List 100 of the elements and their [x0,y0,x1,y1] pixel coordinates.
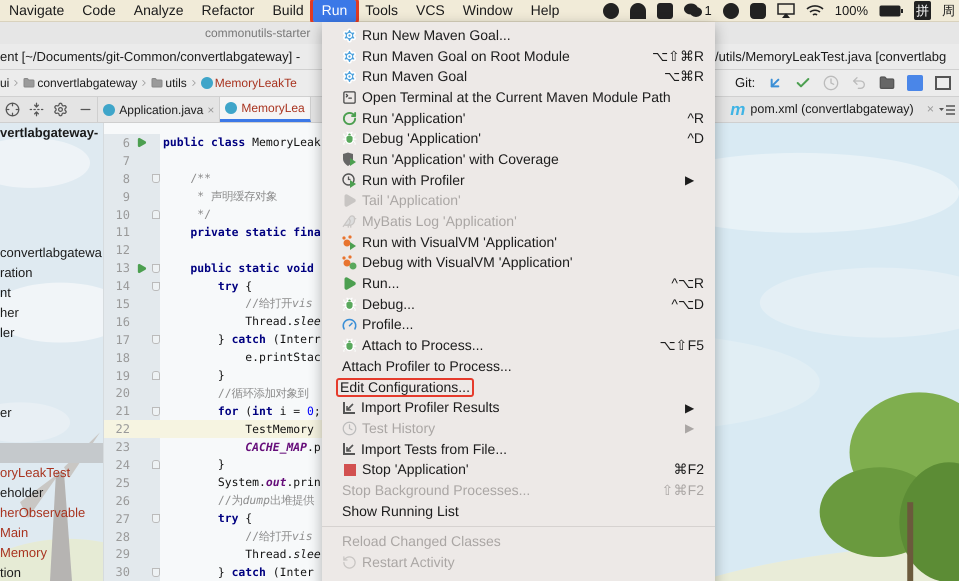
menu-item[interactable]: Run 'Application' with Coverage [322,149,715,170]
editor-tab[interactable]: m pom.xml (convertlabgateway) × [730,96,934,122]
menu-item[interactable]: Run Maven Goal on Root Module ⌥⇧⌘R [322,46,715,66]
menu-item[interactable]: Run New Maven Goal... [322,25,715,46]
tree-row[interactable] [0,443,103,463]
menu-bar-item[interactable]: Build [263,0,313,22]
app-status-icon [722,2,739,18]
fold-icon[interactable] [152,174,160,184]
tree-row[interactable]: vertlabgateway- [0,123,103,143]
menu-bar-item[interactable]: VCS [406,0,454,22]
battery-icon [879,4,903,16]
run-gutter-icon[interactable] [136,137,146,148]
bug-icon [342,131,357,146]
rerun-icon [342,110,357,126]
git-label: Git: [735,74,756,92]
menu-item[interactable]: Debug... ^⌥D [322,294,715,315]
dots-bug-icon [342,255,357,270]
fold-icon[interactable] [152,514,160,524]
code-text: //循环添加对象到 [216,384,309,402]
breadcrumb-item[interactable]: utils [165,74,187,92]
line-number: 12 [114,242,130,260]
undo-icon[interactable] [851,75,868,91]
collapse-icon[interactable] [28,102,44,117]
menu-item[interactable]: Run 'Application' ^R [322,108,715,128]
menu-item[interactable]: Debug with VisualVM 'Application' [322,252,715,274]
code-text: CACHE_MAP.p [244,438,321,456]
menu-bar-item[interactable]: Window [454,0,522,22]
app-status-icon [630,2,646,18]
menu-bar-item[interactable]: Run [312,0,356,22]
code-text: } [216,366,225,384]
menu-item[interactable]: Run with Profiler ▶ [322,170,715,190]
window-title: commonutils-starter [205,25,310,42]
menu-item[interactable]: Import Tests from File... [322,438,715,460]
menu-bar-item[interactable]: Code [73,0,125,22]
code-text: Thread.slee [244,313,321,330]
menu-item[interactable]: Attach to Process... ⌥⇧F5 [322,335,715,356]
menu-item[interactable]: Edit Configurations... [322,376,715,398]
line-number: 18 [114,350,130,367]
folder-icon[interactable] [879,75,896,91]
fold-icon[interactable] [152,460,160,470]
menu-bar-item[interactable]: Analyze [124,0,193,22]
code-text: } catch (Interr [216,331,321,348]
menu-item[interactable]: Open Terminal at the Current Maven Module Path [322,87,715,108]
breadcrumb-item[interactable]: ui [0,74,10,92]
tree-row[interactable]: Memory [0,543,103,563]
fold-icon[interactable] [152,371,160,380]
breadcrumb-item[interactable]: MemoryLeakTe [214,74,297,92]
menu-bar-item[interactable]: Help [522,0,568,22]
menu-item[interactable]: Stop 'Application' ⌘F2 [322,459,715,480]
menu-bar-item[interactable]: Tools [356,0,407,22]
menu-item[interactable]: Run Maven Goal ⌥⌘R [322,66,715,88]
menu-item[interactable]: Run with VisualVM 'Application' [322,232,715,253]
tree-row[interactable]: oryLeakTest [0,463,103,483]
dots-play-icon [342,234,357,250]
translate-icon[interactable] [907,75,924,91]
tree-row[interactable]: her [0,303,103,323]
app-status-icon [656,2,673,18]
breadcrumb-item[interactable]: convertlabgateway [37,74,138,92]
settings-icon[interactable] [53,102,68,117]
menu-item[interactable]: Import Profiler Results ▶ [322,397,715,418]
line-number: 9 [122,188,130,206]
tab-list-icon[interactable] [939,104,955,114]
tree-row[interactable]: convertlabgatewa [0,243,103,263]
tree-row[interactable]: er [0,403,103,423]
editor-tab[interactable]: MemoryLea [220,97,311,122]
fold-icon[interactable] [152,210,160,219]
bug-icon [342,296,357,312]
history-icon[interactable] [823,75,840,91]
menu-item[interactable]: Debug 'Application' ^D [322,128,715,150]
menu-bar-item[interactable]: Navigate [0,0,74,22]
menu-item[interactable]: Show Running List [322,500,715,522]
terminal-icon [342,90,357,105]
menu-item[interactable]: Run... ^⌥R [322,273,715,294]
chat-icon [684,3,702,18]
code-text: System.out.prin [216,474,321,492]
tree-row[interactable]: nt [0,283,103,303]
tree-row[interactable]: ration [0,263,103,283]
folder-icon [151,77,164,89]
tree-row[interactable]: Main [0,523,103,543]
line-number: 24 [114,456,130,474]
menu-item[interactable]: Profile... [322,314,715,336]
fold-icon[interactable] [152,335,160,344]
fold-icon[interactable] [152,406,160,416]
run-gutter-icon[interactable] [136,262,146,274]
tree-row[interactable]: herObservable [0,503,103,523]
tree-row[interactable]: eholder [0,483,103,503]
code-text: * 声明缓存对象 [196,188,278,206]
fold-icon[interactable] [152,568,160,577]
run-window-icon[interactable] [935,76,952,90]
class-icon [225,102,238,114]
folder-icon [23,77,36,89]
gear-icon [342,69,357,84]
locate-icon[interactable] [4,102,20,117]
menu-bar-item[interactable]: Refactor [192,0,264,22]
battery-level: 100% [834,2,868,20]
tree-row[interactable]: tion [0,563,103,581]
code-text: e.printStac [244,349,321,366]
menu-item[interactable]: Attach Profiler to Process... [322,356,715,377]
tree-row[interactable]: ler [0,323,103,343]
code-text: try { [216,510,252,528]
